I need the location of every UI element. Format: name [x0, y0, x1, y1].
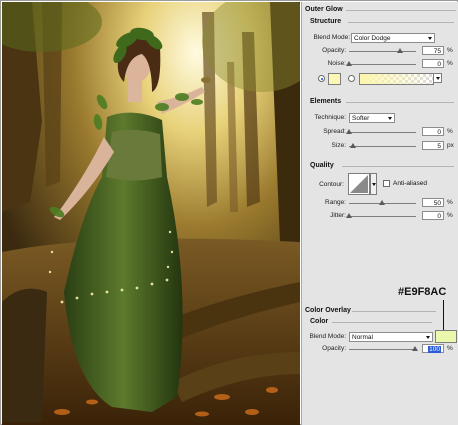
technique-value: Softer [352, 115, 370, 122]
noise-unit: % [447, 60, 453, 67]
screenshot-frame: Outer Glow Structure Blend Mode: Color D… [0, 0, 458, 425]
layer-style-panel: Outer Glow Structure Blend Mode: Color D… [301, 2, 458, 425]
range-unit: % [447, 199, 453, 206]
gradient-radio[interactable] [348, 75, 355, 82]
size-slider-thumb[interactable] [350, 143, 356, 148]
chevron-down-icon [426, 336, 430, 339]
overlay-color-swatch[interactable] [435, 330, 457, 343]
opacity-slider-thumb[interactable] [397, 48, 403, 53]
jitter-unit: % [447, 212, 453, 219]
chevron-down-icon [435, 77, 440, 80]
range-input[interactable]: 50 [422, 198, 444, 207]
noise-input[interactable]: 0 [422, 59, 444, 68]
divider [348, 22, 454, 23]
jitter-label: Jitter: [330, 212, 346, 219]
divider [352, 311, 436, 312]
anti-aliased-checkbox[interactable] [383, 180, 390, 187]
color-title: Color [310, 318, 329, 325]
divider [342, 166, 454, 167]
size-input[interactable]: 5 [422, 141, 444, 150]
solid-color-radio[interactable] [318, 75, 325, 82]
chevron-down-icon [388, 117, 392, 120]
range-label: Range: [325, 199, 346, 206]
contour-curve-icon [350, 175, 368, 193]
spread-input[interactable]: 0 [422, 127, 444, 136]
range-slider-thumb[interactable] [379, 200, 385, 205]
blend-mode-value: Color Dodge [354, 35, 391, 42]
size-label: Size: [331, 142, 346, 149]
contour-label: Contour: [319, 181, 344, 188]
outer-glow-title: Outer Glow [305, 6, 343, 13]
gradient-swatch[interactable] [359, 73, 434, 85]
spread-slider-thumb[interactable] [346, 129, 352, 134]
overlay-blend-mode-select[interactable]: Normal [349, 332, 433, 342]
quality-title: Quality [310, 162, 334, 169]
divider [332, 322, 432, 323]
opacity-unit: % [447, 47, 453, 54]
jitter-input[interactable]: 0 [422, 211, 444, 220]
technique-select[interactable]: Softer [349, 113, 395, 123]
noise-slider-thumb[interactable] [346, 61, 352, 66]
jitter-slider-track[interactable] [349, 216, 416, 217]
overlay-opacity-input[interactable]: 100 [422, 344, 444, 353]
canvas-photo [2, 2, 300, 425]
overlay-opacity-slider-thumb[interactable] [412, 346, 418, 351]
size-slider-track[interactable] [349, 146, 416, 147]
opacity-slider-track[interactable] [349, 51, 416, 52]
overlay-opacity-slider-track[interactable] [349, 349, 416, 350]
blend-mode-label: Blend Mode: [313, 34, 351, 41]
anti-aliased-label: Anti-aliased [393, 180, 427, 187]
divider [346, 10, 456, 11]
annotation-pointer-line [443, 300, 444, 330]
spread-label: Spread: [323, 128, 346, 135]
spread-unit: % [447, 128, 453, 135]
opacity-input[interactable]: 75 [422, 46, 444, 55]
overlay-blend-mode-value: Normal [352, 334, 373, 341]
noise-label: Noise: [327, 60, 346, 67]
blend-mode-select[interactable]: Color Dodge [351, 33, 435, 43]
color-overlay-title: Color Overlay [305, 307, 351, 314]
contour-preview[interactable] [348, 173, 370, 195]
divider [346, 102, 454, 103]
noise-slider-track[interactable] [349, 64, 416, 65]
overlay-opacity-unit: % [447, 345, 453, 352]
contour-dropdown[interactable] [370, 173, 377, 195]
glow-color-swatch[interactable] [328, 73, 341, 85]
overlay-opacity-label: Opacity: [322, 345, 346, 352]
technique-label: Technique: [314, 114, 346, 121]
chevron-down-icon [371, 183, 376, 186]
size-unit: px [447, 142, 454, 149]
forest-fairy-illustration [2, 2, 300, 425]
gradient-dropdown[interactable] [433, 73, 442, 83]
chevron-down-icon [428, 37, 432, 40]
structure-title: Structure [310, 18, 342, 25]
elements-title: Elements [310, 98, 342, 105]
spread-slider-track[interactable] [349, 132, 416, 133]
overlay-opacity-value: 100 [428, 346, 441, 353]
opacity-label: Opacity: [322, 47, 346, 54]
jitter-slider-thumb[interactable] [346, 213, 352, 218]
color-hex-annotation: #E9F8AC [398, 286, 447, 298]
overlay-blend-mode-label: Blend Mode: [309, 333, 347, 340]
